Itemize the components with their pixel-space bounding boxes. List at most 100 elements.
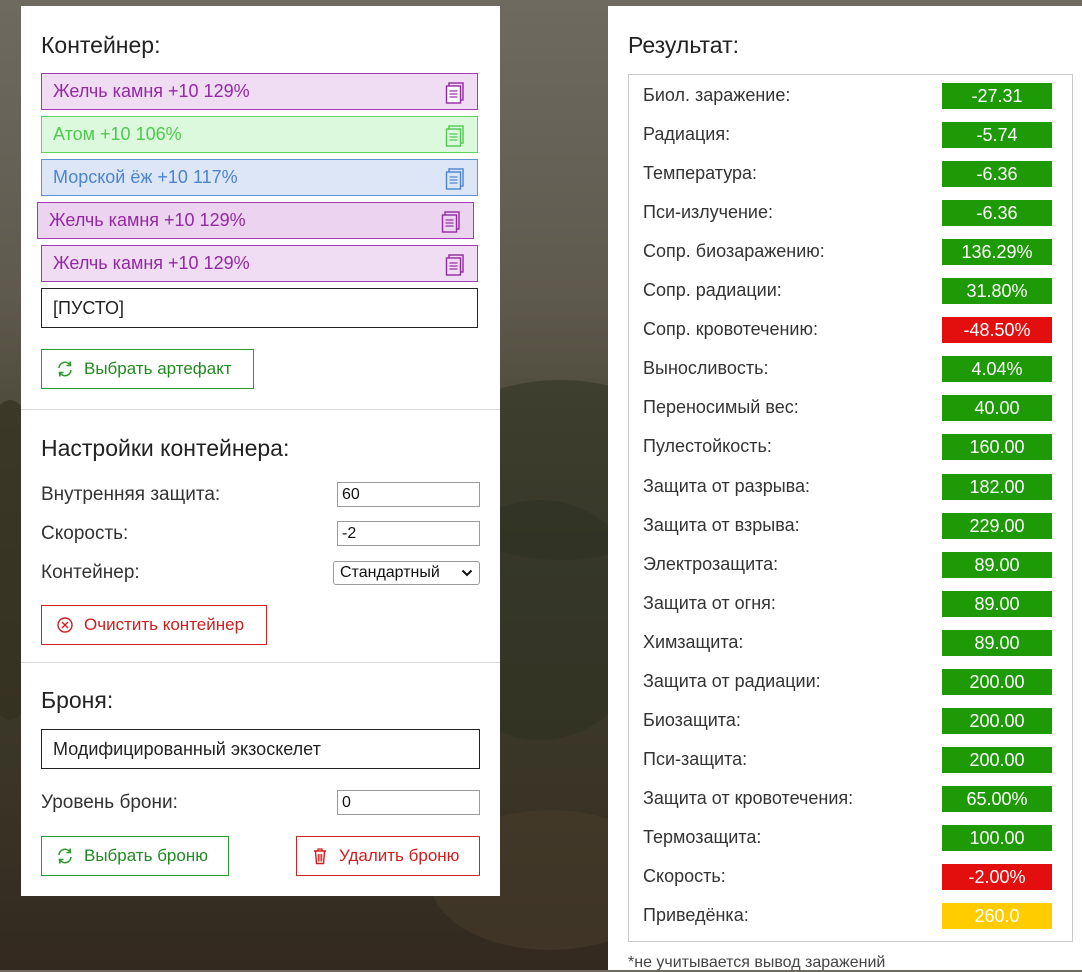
- result-value-badge: 40.00: [942, 395, 1052, 422]
- result-row: Выносливость: 4.04%: [629, 356, 1072, 383]
- result-row: Защита от разрыва: 182.00: [629, 473, 1072, 500]
- result-value-badge: -6.36: [942, 161, 1052, 188]
- chevron-down-icon: [461, 569, 473, 577]
- result-value-badge: 136.29%: [942, 239, 1052, 266]
- result-name: Переносимый вес:: [643, 397, 799, 418]
- result-value-badge: 89.00: [942, 551, 1052, 578]
- speed-label: Скорость:: [41, 523, 129, 544]
- result-name: Защита от радиации:: [643, 670, 821, 691]
- results-panel: Результат: Биол. заражение: -27.31 Радиаци…: [608, 6, 1082, 971]
- armor-level-label: Уровень брони:: [41, 792, 178, 813]
- results-table: Биол. заражение: -27.31 Радиация: -5.74 Темп…: [628, 74, 1073, 942]
- close-circle-icon: [57, 617, 73, 633]
- result-value-badge: -6.36: [942, 200, 1052, 227]
- result-row: Температура: -6.36: [629, 161, 1072, 188]
- result-row: Пулестойкость: 160.00: [629, 434, 1072, 461]
- trash-icon: [314, 848, 326, 865]
- result-value-badge: -2.00%: [942, 864, 1052, 890]
- armor-name: Модифицированный экзоскелет: [53, 739, 321, 759]
- artifact-slot-1[interactable]: Желчь камня +10 129%: [41, 73, 478, 110]
- speed-input[interactable]: [337, 521, 480, 546]
- result-name: Химзащита:: [643, 631, 744, 652]
- result-row: Пси-защита: 200.00: [629, 746, 1072, 773]
- document-icon[interactable]: [441, 211, 461, 233]
- result-row: Защита от радиации: 200.00: [629, 668, 1072, 695]
- artifact-slot-label: Желчь камня +10 129%: [53, 253, 250, 273]
- result-name: Биол. заражение:: [643, 85, 791, 105]
- result-name: Защита от огня:: [643, 592, 776, 613]
- result-row: Пси-излучение: -6.36: [629, 200, 1072, 227]
- result-value-badge: 65.00%: [942, 785, 1052, 812]
- result-value-badge: 160.00: [942, 434, 1052, 461]
- result-value-badge: 89.00: [942, 590, 1052, 617]
- result-name: Пси-излучение:: [643, 202, 773, 223]
- container-type-label: Контейнер:: [41, 562, 140, 583]
- container-type-select[interactable]: Стандартный: [333, 561, 480, 585]
- artifact-slot-5[interactable]: Желчь камня +10 129%: [41, 245, 478, 282]
- result-name: Защита от разрыва:: [643, 475, 811, 496]
- result-value-badge: -48.50%: [942, 317, 1052, 344]
- section-divider: [21, 409, 500, 410]
- result-name: Пулестойкость:: [643, 436, 772, 457]
- result-name: Электрозащита:: [643, 553, 779, 574]
- artifact-slot-label: [ПУСТО]: [53, 298, 124, 318]
- clear-container-button[interactable]: Очистить контейнер: [41, 605, 267, 645]
- result-name: Скорость:: [643, 866, 726, 886]
- artifact-slot-6[interactable]: [ПУСТО]: [41, 288, 478, 328]
- result-name: Сопр. кровотечению:: [643, 319, 818, 340]
- artifact-slot-3[interactable]: Морской ёж +10 117%: [41, 159, 478, 196]
- result-name: Приведёнка:: [643, 905, 749, 926]
- results-title: Результат:: [628, 32, 739, 58]
- result-value-badge: 200.00: [942, 746, 1052, 773]
- settings-title: Настройки контейнера:: [41, 435, 290, 461]
- result-name: Выносливость:: [643, 358, 769, 379]
- document-icon[interactable]: [445, 82, 465, 104]
- document-icon[interactable]: [445, 254, 465, 276]
- result-name: Радиация:: [643, 124, 731, 145]
- container-type-value: Стандартный: [340, 564, 440, 581]
- result-value-badge: 200.00: [942, 707, 1052, 734]
- result-value-badge: 182.00: [942, 473, 1052, 500]
- result-row: Скорость: -2.00%: [629, 864, 1072, 890]
- result-name: Защита от взрыва:: [643, 514, 800, 535]
- results-footnote: *не учитывается вывод заражений: [628, 954, 886, 971]
- select-artifact-button[interactable]: Выбрать артефакт: [41, 349, 254, 389]
- result-row: Защита от огня: 89.00: [629, 590, 1072, 617]
- refresh-icon: [58, 848, 72, 864]
- result-value-badge: 4.04%: [942, 356, 1052, 383]
- select-armor-label: Выбрать броню: [84, 846, 208, 865]
- document-icon[interactable]: [445, 168, 465, 190]
- document-icon[interactable]: [445, 125, 465, 147]
- result-name: Биозащита:: [643, 709, 741, 730]
- artifact-slot-label: Морской ёж +10 117%: [53, 167, 238, 187]
- armor-name-field[interactable]: Модифицированный экзоскелет: [41, 729, 480, 769]
- result-name: Защита от кровотечения:: [643, 787, 854, 808]
- artifact-slot-2[interactable]: Атом +10 106%: [41, 116, 478, 153]
- select-armor-button[interactable]: Выбрать броню: [41, 836, 229, 876]
- artifact-slot-label: Желчь камня +10 129%: [49, 210, 246, 230]
- result-row: Термозащита: 100.00: [629, 824, 1072, 851]
- delete-armor-button[interactable]: Удалить броню: [296, 836, 480, 876]
- result-value-badge: 100.00: [942, 824, 1052, 851]
- result-value-badge: -5.74: [942, 122, 1052, 149]
- refresh-icon: [58, 361, 72, 377]
- result-row: Защита от кровотечения: 65.00%: [629, 785, 1072, 812]
- clear-container-label: Очистить контейнер: [84, 615, 245, 634]
- result-row: Приведёнка: 260.0: [629, 903, 1072, 930]
- internal-protection-label: Внутренняя защита:: [41, 484, 221, 505]
- result-value-badge: -27.31: [942, 83, 1052, 109]
- armor-level-input[interactable]: [337, 790, 480, 815]
- result-row: Сопр. радиации: 31.80%: [629, 278, 1072, 305]
- result-row: Сопр. биозаражению: 136.29%: [629, 239, 1072, 266]
- artifact-slot-label: Желчь камня +10 129%: [53, 81, 250, 101]
- armor-title: Броня:: [41, 687, 114, 713]
- result-row: Защита от взрыва: 229.00: [629, 512, 1072, 539]
- result-name: Сопр. биозаражению:: [643, 241, 825, 262]
- container-panel: Контейнер: Желчь камня +10 129% Атом +10…: [21, 6, 500, 896]
- internal-protection-input[interactable]: [337, 482, 480, 507]
- delete-armor-label: Удалить броню: [339, 846, 460, 865]
- result-name: Термозащита:: [643, 826, 762, 847]
- result-row: Биозащита: 200.00: [629, 707, 1072, 734]
- artifact-slot-4[interactable]: Желчь камня +10 129%: [37, 202, 474, 239]
- result-row: Сопр. кровотечению: -48.50%: [629, 317, 1072, 344]
